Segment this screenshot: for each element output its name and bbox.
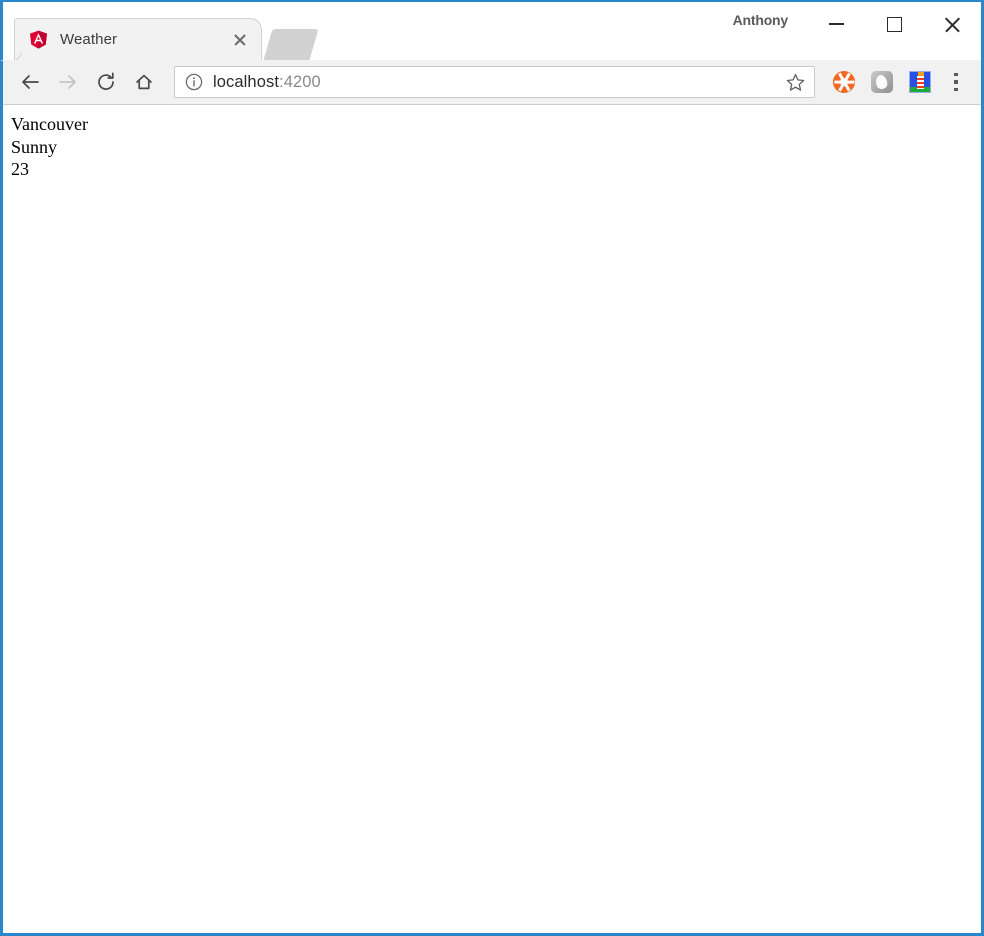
address-bar[interactable]: localhost:4200 <box>174 66 815 98</box>
url-text[interactable]: localhost:4200 <box>213 73 782 92</box>
close-icon <box>943 15 962 34</box>
lighthouse-extension-icon <box>909 71 931 93</box>
url-port: :4200 <box>279 72 321 91</box>
tab-title: Weather <box>60 31 118 48</box>
back-arrow-icon <box>19 71 41 93</box>
browser-tab-weather[interactable]: Weather <box>14 18 262 60</box>
weather-city: Vancouver <box>11 114 88 134</box>
bookmark-star-icon[interactable] <box>782 69 808 95</box>
info-circle-icon[interactable] <box>185 73 203 91</box>
forward-arrow-icon <box>57 71 79 93</box>
url-host: localhost <box>213 72 280 91</box>
profile-name-label[interactable]: Anthony <box>733 12 789 28</box>
browser-toolbar: localhost:4200 <box>3 60 981 105</box>
extension-button-lighthouse[interactable] <box>901 63 939 101</box>
kebab-dot <box>954 72 958 77</box>
kebab-dot <box>954 87 958 92</box>
browser-window: Weather Anthony localhost:4200 Vancouver… <box>0 0 984 936</box>
kebab-dot <box>954 80 958 84</box>
angular-logo-icon <box>29 30 48 49</box>
chrome-menu-button[interactable] <box>939 63 973 101</box>
home-button[interactable] <box>125 63 163 101</box>
title-bar: Weather Anthony <box>3 2 981 60</box>
extension-button-lifebuoy[interactable] <box>825 63 863 101</box>
home-icon <box>133 71 155 93</box>
weather-condition: Sunny <box>11 136 58 157</box>
reload-button[interactable] <box>87 63 125 101</box>
weather-temperature: 23 <box>11 159 29 179</box>
page-content: Vancouver Sunny 23 <box>3 105 981 933</box>
back-button[interactable] <box>11 63 49 101</box>
maximize-button[interactable] <box>865 2 923 46</box>
new-tab-button[interactable] <box>263 29 319 60</box>
extension-button-gray-blob[interactable] <box>863 63 901 101</box>
close-icon[interactable] <box>231 31 249 49</box>
window-controls <box>807 2 981 46</box>
gray-blob-extension-icon <box>871 71 893 93</box>
lifebuoy-extension-icon <box>833 71 855 93</box>
minimize-icon <box>828 23 844 25</box>
close-window-button[interactable] <box>923 2 981 46</box>
weather-app: Vancouver Sunny 23 <box>11 113 973 181</box>
forward-button <box>49 63 87 101</box>
tab-inner: Weather <box>15 19 261 60</box>
maximize-icon <box>886 16 902 32</box>
reload-icon <box>95 71 117 93</box>
minimize-button[interactable] <box>807 2 865 46</box>
